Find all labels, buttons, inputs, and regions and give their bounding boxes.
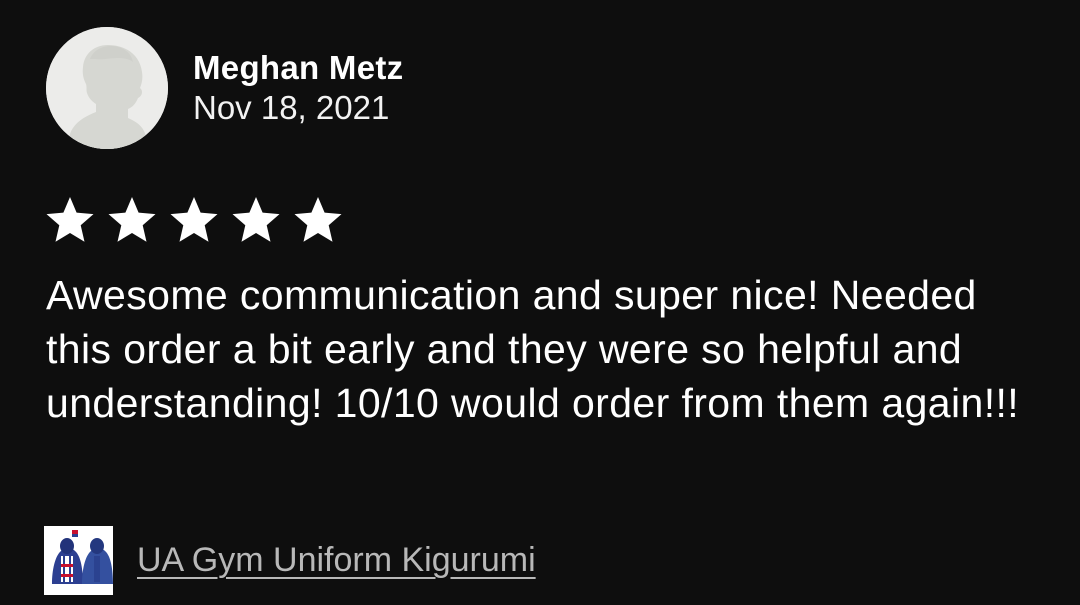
reviewer-name: Meghan Metz: [193, 49, 404, 86]
kigurumi-product-image: [44, 526, 113, 595]
default-user-icon: [46, 27, 168, 149]
star-icon: [168, 194, 220, 246]
product-link[interactable]: UA Gym Uniform Kigurumi: [137, 540, 536, 580]
star-icon: [292, 194, 344, 246]
star-icon: [106, 194, 158, 246]
review-date: Nov 18, 2021: [193, 89, 390, 126]
product-thumbnail[interactable]: [44, 526, 113, 595]
reviewer-avatar[interactable]: [46, 27, 168, 149]
star-rating: [44, 194, 344, 246]
star-icon: [230, 194, 282, 246]
star-icon: [44, 194, 96, 246]
review-text: Awesome communication and super nice! Ne…: [46, 272, 1020, 426]
